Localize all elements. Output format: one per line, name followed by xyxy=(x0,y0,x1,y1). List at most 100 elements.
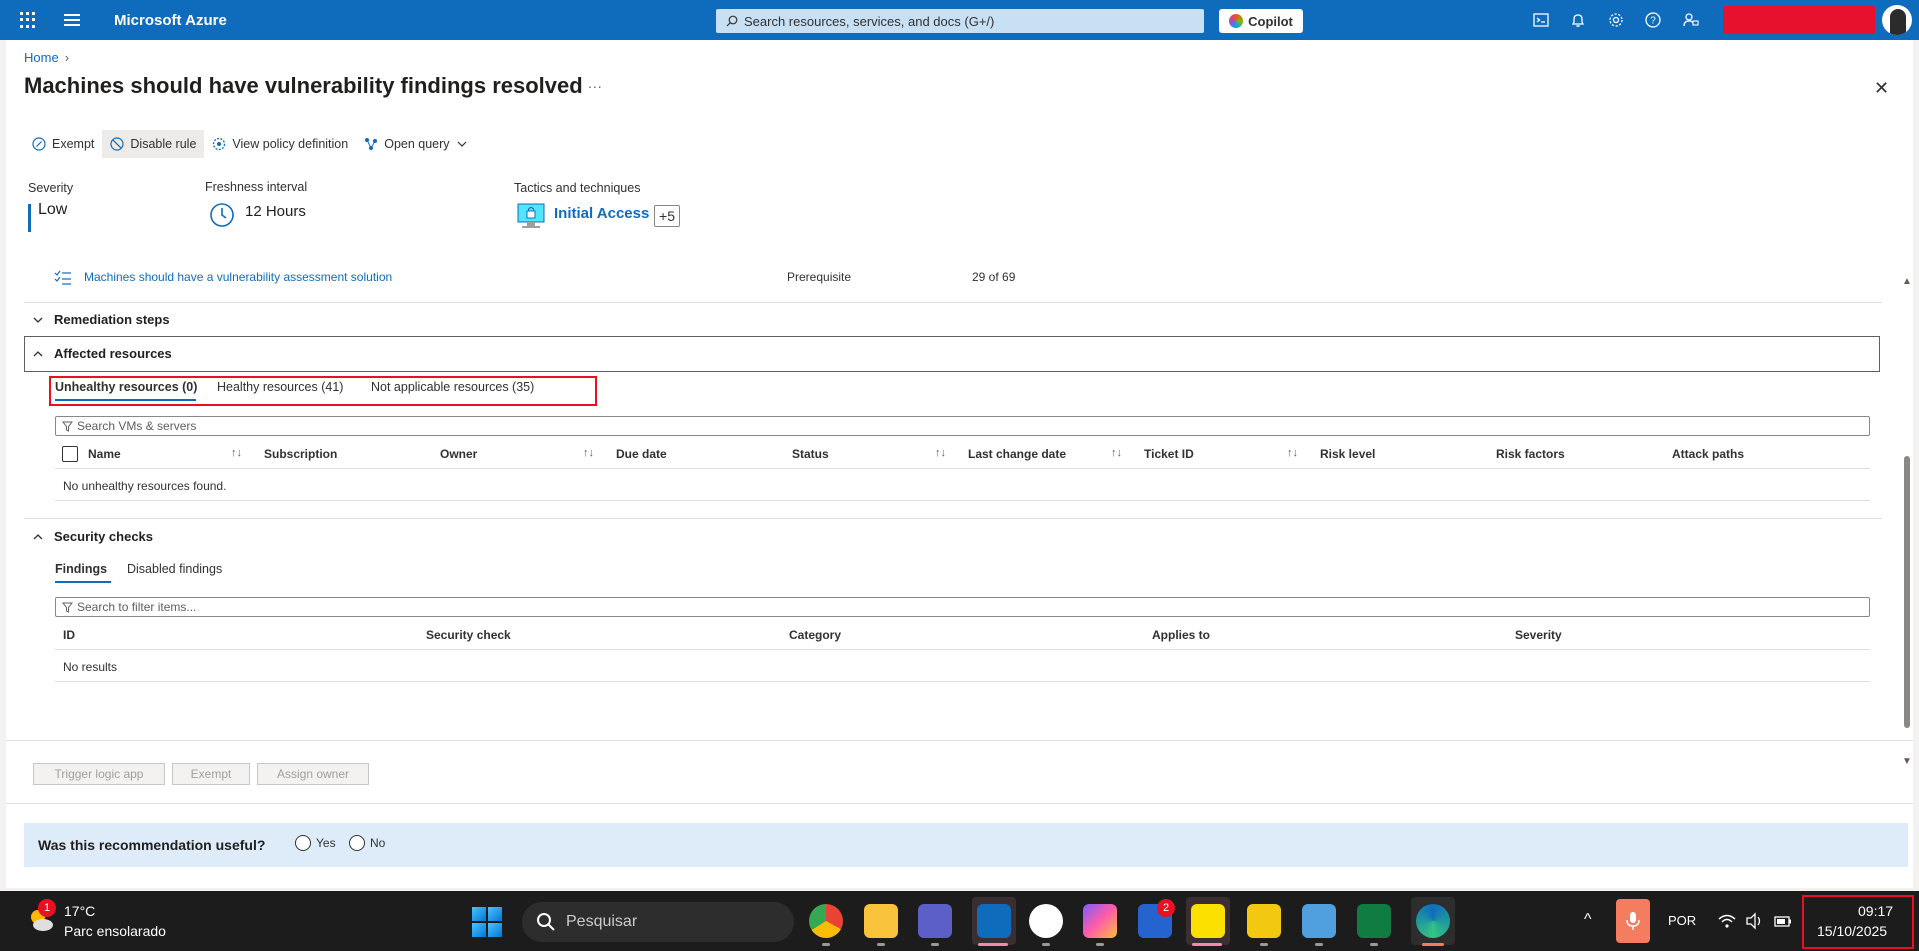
battery-icon[interactable] xyxy=(1773,911,1793,931)
column-header-attack-paths[interactable]: Attack paths xyxy=(1672,447,1744,461)
close-icon[interactable]: ✕ xyxy=(1874,78,1889,99)
severity-label: Severity xyxy=(28,181,74,195)
tactics-more-badge[interactable]: +5 xyxy=(654,205,680,227)
column-header-owner[interactable]: Owner xyxy=(440,447,477,461)
taskbar-clock-time[interactable]: 09:17 xyxy=(1858,903,1893,919)
tab-disabled-findings[interactable]: Disabled findings xyxy=(127,562,222,576)
notepad-app-icon[interactable] xyxy=(1302,904,1336,938)
divider xyxy=(6,740,1913,741)
disable-rule-button[interactable]: Disable rule xyxy=(102,130,205,158)
view-policy-label: View policy definition xyxy=(232,137,349,151)
select-all-checkbox[interactable] xyxy=(62,446,78,462)
view-policy-definition-button[interactable]: View policy definition xyxy=(204,130,356,158)
feedback-yes-radio[interactable] xyxy=(295,835,311,851)
checks-search-placeholder: Search to filter items... xyxy=(77,600,197,614)
edge-app-icon[interactable] xyxy=(1416,904,1450,938)
outlook-app-icon[interactable] xyxy=(977,904,1011,938)
feedback-icon[interactable] xyxy=(1682,11,1700,29)
sticky-notes-app-icon[interactable] xyxy=(1191,904,1225,938)
wifi-icon[interactable] xyxy=(1717,911,1737,931)
clock-app-icon[interactable] xyxy=(1029,904,1063,938)
scroll-thumb[interactable] xyxy=(1904,456,1910,728)
resources-search-input[interactable]: Search VMs & servers xyxy=(55,416,1870,436)
sort-icon[interactable]: ↑↓ xyxy=(231,447,242,459)
notifications-bell-icon[interactable] xyxy=(1569,11,1587,29)
remediation-steps-header[interactable]: Remediation steps xyxy=(32,312,170,327)
column-header-last-change-date[interactable]: Last change date xyxy=(968,447,1066,461)
column-header-applies-to[interactable]: Applies to xyxy=(1152,628,1210,642)
portal-menu-icon[interactable] xyxy=(64,14,80,26)
show-hidden-icons-chevron-icon[interactable]: ^ xyxy=(1584,911,1592,929)
weather-temperature[interactable]: 17°C xyxy=(64,903,95,919)
selected-tab-underline xyxy=(55,581,111,583)
more-options-button[interactable]: ... xyxy=(588,75,603,91)
column-header-risk-factors[interactable]: Risk factors xyxy=(1496,447,1565,461)
column-header-risk-level[interactable]: Risk level xyxy=(1320,447,1375,461)
cloud-shell-icon[interactable] xyxy=(1532,11,1550,29)
taskbar-search-box[interactable]: Pesquisar xyxy=(522,902,794,942)
column-header-status[interactable]: Status xyxy=(792,447,829,461)
chevron-down-icon xyxy=(33,317,43,323)
tactic-initial-access-link[interactable]: Initial Access xyxy=(554,205,649,222)
affected-resources-header-box[interactable] xyxy=(24,336,1880,372)
divider xyxy=(24,518,1882,519)
input-language-indicator[interactable]: POR xyxy=(1668,913,1696,928)
prerequisite-link[interactable]: Machines should have a vulnerability ass… xyxy=(84,270,392,284)
global-search-input[interactable]: Search resources, services, and docs (G+… xyxy=(716,9,1204,33)
teams-app-icon[interactable] xyxy=(918,904,952,938)
vertical-scrollbar[interactable]: ▲ ▼ xyxy=(1902,276,1912,767)
volume-icon[interactable] xyxy=(1745,911,1765,931)
power-bi-app-icon[interactable] xyxy=(1247,904,1281,938)
brand-title[interactable]: Microsoft Azure xyxy=(114,12,227,29)
sort-icon[interactable]: ↑↓ xyxy=(1287,447,1298,459)
sort-icon[interactable]: ↑↓ xyxy=(1111,447,1122,459)
column-header-subscription[interactable]: Subscription xyxy=(264,447,337,461)
column-header-ticket-id[interactable]: Ticket ID xyxy=(1144,447,1194,461)
column-header-due-date[interactable]: Due date xyxy=(616,447,667,461)
file-explorer-app-icon[interactable] xyxy=(864,904,898,938)
scroll-down-arrow[interactable]: ▼ xyxy=(1902,756,1912,767)
microphone-icon[interactable] xyxy=(1616,899,1650,943)
m365-app-icon[interactable] xyxy=(1083,904,1117,938)
divider xyxy=(55,468,1870,469)
affected-resources-header[interactable]: Affected resources xyxy=(32,346,172,361)
sort-icon[interactable]: ↑↓ xyxy=(583,447,594,459)
excel-app-icon[interactable] xyxy=(1357,904,1391,938)
feedback-bar: Was this recommendation useful? Yes No xyxy=(24,823,1908,867)
copilot-icon xyxy=(1229,14,1244,28)
sort-icon[interactable]: ↑↓ xyxy=(935,447,946,459)
column-header-category[interactable]: Category xyxy=(789,628,841,642)
weather-description[interactable]: Parc ensolarado xyxy=(64,923,166,939)
settings-gear-icon[interactable] xyxy=(1607,11,1625,29)
breadcrumb-home-link[interactable]: Home xyxy=(24,50,59,65)
app-launcher-icon[interactable] xyxy=(20,12,36,28)
policy-icon xyxy=(213,137,226,151)
tab-findings[interactable]: Findings xyxy=(55,562,107,576)
prerequisite-count: 29 of 69 xyxy=(972,270,1016,284)
windows-start-icon[interactable] xyxy=(472,907,502,937)
open-query-button[interactable]: Open query xyxy=(356,130,475,158)
feedback-yes-label[interactable]: Yes xyxy=(316,836,336,850)
trigger-logic-app-button[interactable]: Trigger logic app xyxy=(33,763,165,785)
feedback-no-radio[interactable] xyxy=(349,835,365,851)
column-header-id[interactable]: ID xyxy=(63,628,75,642)
user-avatar[interactable] xyxy=(1882,5,1912,35)
exempt-footer-button[interactable]: Exempt xyxy=(172,763,250,785)
assign-owner-button[interactable]: Assign owner xyxy=(257,763,369,785)
security-checks-title: Security checks xyxy=(54,529,154,544)
chrome-app-icon[interactable] xyxy=(809,904,843,938)
help-icon[interactable]: ? xyxy=(1644,11,1662,29)
resources-search-placeholder: Search VMs & servers xyxy=(77,419,197,433)
column-header-name[interactable]: Name xyxy=(88,447,121,461)
column-header-security-check[interactable]: Security check xyxy=(426,628,511,642)
checks-search-input[interactable]: Search to filter items... xyxy=(55,597,1870,617)
column-header-severity[interactable]: Severity xyxy=(1515,628,1562,642)
copilot-button[interactable]: Copilot xyxy=(1219,9,1303,33)
exempt-button[interactable]: Exempt xyxy=(24,130,102,158)
affected-resources-title: Affected resources xyxy=(54,346,172,361)
taskbar-clock-date[interactable]: 15/10/2025 xyxy=(1817,923,1887,939)
account-info-redacted[interactable] xyxy=(1723,6,1875,34)
security-checks-header[interactable]: Security checks xyxy=(32,529,153,544)
feedback-no-label[interactable]: No xyxy=(370,836,385,850)
scroll-up-arrow[interactable]: ▲ xyxy=(1902,276,1912,287)
